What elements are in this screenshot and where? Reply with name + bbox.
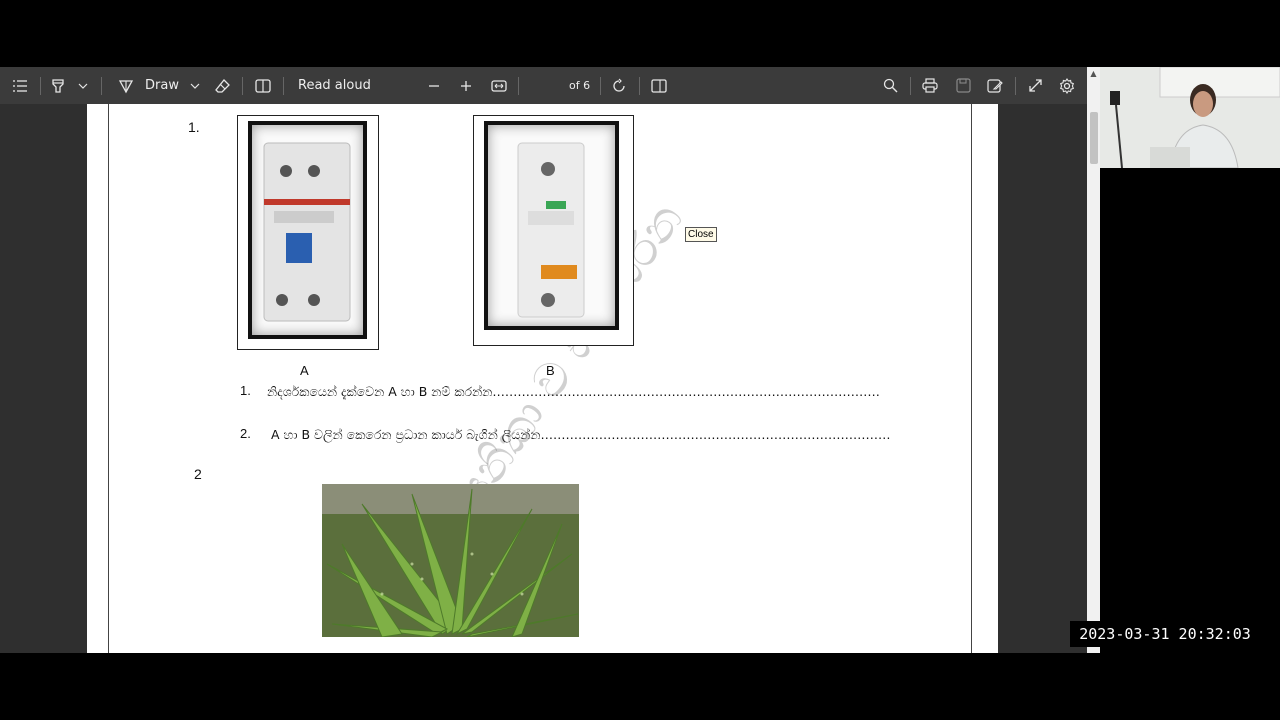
chevron-down-icon[interactable] — [188, 67, 202, 104]
question-2-number: 2 — [194, 466, 202, 482]
search-icon[interactable] — [881, 67, 899, 104]
pdf-toolbar: Draw Read aloud 1 of 6 — [0, 67, 1087, 168]
eraser-icon[interactable] — [214, 67, 232, 104]
subquestion-2-text: A හා B වලින් කෙරෙන ප්‍රධාන කාර්ය බැගින් … — [271, 427, 891, 442]
subquestion-2-number: 2. — [240, 426, 251, 441]
subquestion-1-number: 1. — [240, 383, 251, 398]
image-b-frame — [473, 115, 634, 346]
page-border-right — [971, 104, 972, 653]
subquestion-1-text: නිදර්ශකයෙන් දැක්වෙන A හා B නම් කරන්න…………… — [267, 384, 880, 399]
save-as-icon[interactable] — [986, 67, 1004, 104]
rotate-icon[interactable] — [610, 67, 628, 104]
fullscreen-icon[interactable] — [1026, 67, 1044, 104]
settings-icon[interactable] — [1058, 67, 1076, 104]
aloe-vera-image — [322, 484, 579, 637]
zoom-out-icon[interactable] — [426, 67, 442, 104]
print-icon[interactable] — [921, 67, 939, 104]
page-view-icon[interactable] — [254, 67, 272, 104]
scroll-up-arrow-icon[interactable]: ▲ — [1089, 69, 1098, 78]
read-aloud-button[interactable]: Read aloud — [298, 67, 371, 104]
draw-icon[interactable] — [117, 67, 135, 104]
highlight-icon[interactable] — [49, 67, 67, 104]
image-a-frame — [237, 115, 379, 350]
image-b-label: B — [546, 363, 555, 378]
contents-icon[interactable] — [10, 67, 30, 104]
pdf-page: ආසනිකා ව සංවර්ධන 1. A B Close 1. නිදර්ශක… — [87, 104, 998, 653]
save-icon[interactable] — [954, 67, 972, 104]
image-a-label: A — [300, 363, 309, 378]
two-page-icon[interactable] — [650, 67, 668, 104]
draw-label[interactable]: Draw — [145, 67, 179, 104]
timestamp-overlay: 2023-03-31 20:32:03 — [1070, 621, 1260, 647]
page-total: of 6 — [569, 79, 591, 92]
zoom-in-icon[interactable] — [458, 67, 474, 104]
page-border-left — [108, 104, 109, 653]
close-tooltip: Close — [685, 227, 717, 242]
webcam-video — [1100, 67, 1280, 168]
rcd-breaker-image — [248, 121, 367, 339]
fit-width-icon[interactable] — [490, 67, 508, 104]
chevron-down-icon[interactable] — [76, 67, 90, 104]
mcb-breaker-image — [484, 121, 619, 330]
question-1-number: 1. — [188, 119, 200, 135]
scroll-thumb[interactable] — [1090, 112, 1098, 164]
